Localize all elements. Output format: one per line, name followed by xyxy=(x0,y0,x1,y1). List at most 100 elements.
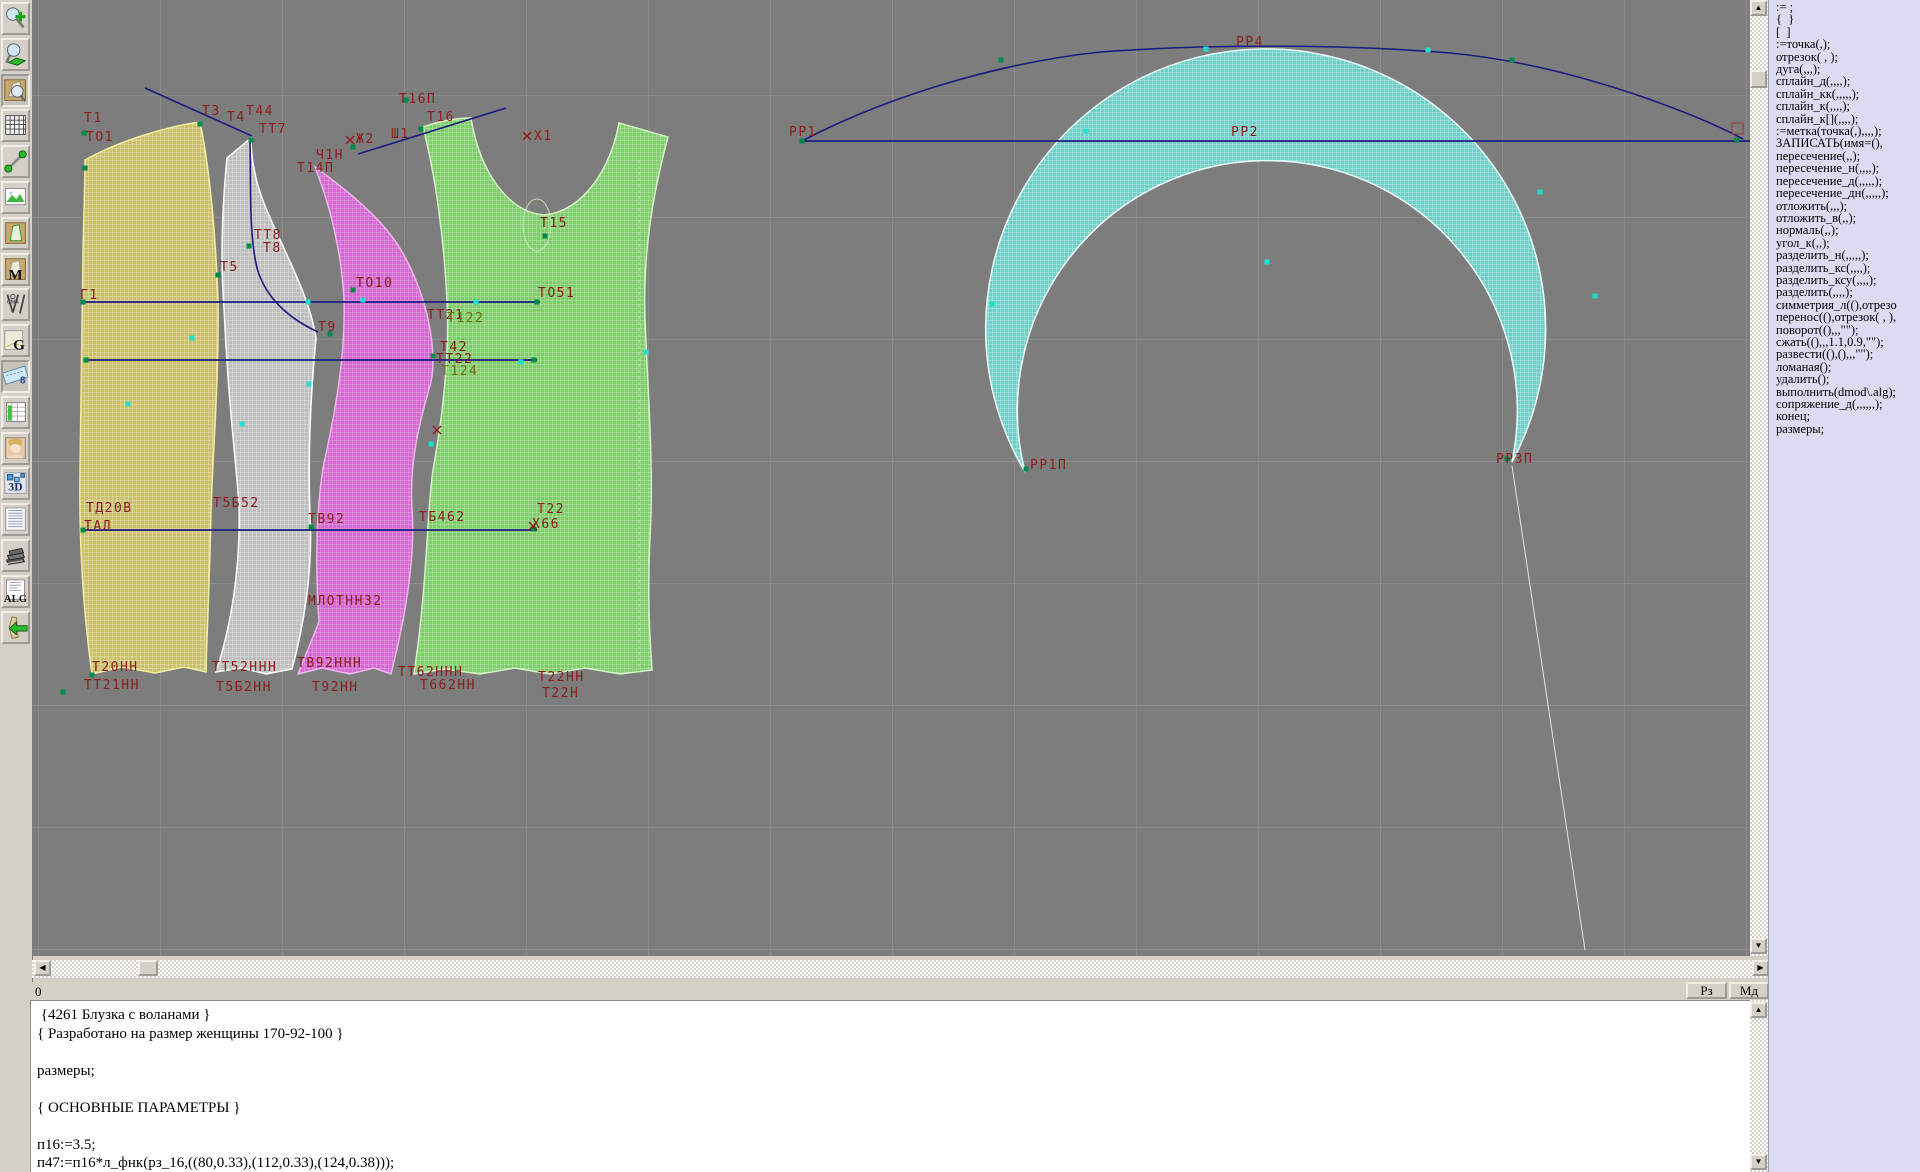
toolbar-button-alg-document[interactable]: ALG xyxy=(1,575,30,608)
cyan-point-marker xyxy=(990,302,995,307)
editor-scroll-down-icon[interactable]: ▼ xyxy=(1750,1154,1767,1170)
command-item[interactable]: { } xyxy=(1776,13,1920,25)
green-point-marker xyxy=(431,354,436,359)
green-point-marker xyxy=(198,122,203,127)
green-point-marker xyxy=(84,358,89,363)
alg-document-icon: ALG xyxy=(3,577,28,606)
pattern-g-icon: G xyxy=(3,326,28,355)
canvas-horizontal-scrollbar[interactable]: ◀ ▶ xyxy=(32,958,1770,982)
point-label: Т5Б52 xyxy=(213,496,260,511)
point-label: ТАЛ xyxy=(84,519,112,534)
md-mode-button[interactable]: Мд xyxy=(1729,982,1769,999)
command-item[interactable]: := ; xyxy=(1776,1,1920,13)
command-item[interactable]: сплайн_к(,,,,); xyxy=(1776,100,1920,112)
rz-mode-button[interactable]: Рз xyxy=(1686,982,1727,999)
toolbar-button-zoom-window[interactable] xyxy=(1,38,30,71)
command-item[interactable]: ЗАПИСАТЬ(имя=(), xyxy=(1776,137,1920,149)
command-panel: := ;{ }[ ]:=точка(,);отрезок( , );дуга(,… xyxy=(1768,0,1920,1172)
point-label: ТО1 xyxy=(86,130,114,145)
green-point-marker xyxy=(543,234,548,239)
command-item[interactable]: сплайн_д(,,,,); xyxy=(1776,75,1920,87)
image-icon xyxy=(3,183,28,212)
editor-vertical-scrollbar[interactable]: ▲ ▼ xyxy=(1750,1000,1768,1172)
pattern-piece-front-green[interactable] xyxy=(414,118,668,674)
point-label: ТБ462 xyxy=(419,510,466,525)
toolbar-button-measure-line[interactable] xyxy=(1,145,30,178)
toolbar-button-drafting-tools[interactable]: CMA xyxy=(1,288,30,321)
point-label: Т122 xyxy=(447,311,484,326)
command-item[interactable]: конец; xyxy=(1776,410,1920,422)
zoom-window-icon xyxy=(3,40,28,69)
point-label: Ж2 xyxy=(356,132,375,147)
toolbar-button-pattern-piece[interactable] xyxy=(1,217,30,250)
pattern-piece-back-yellow[interactable] xyxy=(80,122,218,674)
editor-scroll-up-icon[interactable]: ▲ xyxy=(1750,1002,1767,1018)
pattern-drawing: Т1ТО1Т3Т4Т44ТТ7Ж2Ш1Т16ПТ16Ч1НТ14ПХ1Т15ТТ… xyxy=(32,0,1750,956)
toolbar-button-model-photo[interactable] xyxy=(1,432,30,465)
scroll-up-icon[interactable]: ▲ xyxy=(1750,0,1767,16)
scroll-down-icon[interactable]: ▼ xyxy=(1750,938,1767,954)
point-label: ТВ92ННН xyxy=(297,656,362,671)
toolbar-button-pattern-m[interactable]: M xyxy=(1,253,30,286)
point-label: Т14П xyxy=(297,161,334,176)
command-item[interactable]: удалить(); xyxy=(1776,373,1920,385)
flounce-guide-line[interactable] xyxy=(1512,466,1585,950)
svg-text:CMA: CMA xyxy=(7,300,19,306)
command-item[interactable]: :=точка(,); xyxy=(1776,38,1920,50)
toolbar-button-import-pattern[interactable] xyxy=(1,611,30,644)
green-point-marker xyxy=(419,127,424,132)
point-label: Т22Н xyxy=(542,686,579,701)
command-item[interactable]: пересечение_н(,,,,); xyxy=(1776,162,1920,174)
toolbar-button-grid[interactable] xyxy=(1,109,30,142)
command-item[interactable]: нормаль(,,); xyxy=(1776,224,1920,236)
import-pattern-icon xyxy=(3,613,28,642)
command-item[interactable]: разделить(,,,,); xyxy=(1776,286,1920,298)
toolbar-button-image[interactable] xyxy=(1,181,30,214)
point-label: ТТ52ННН xyxy=(212,660,277,675)
toolbar-button-view-pattern[interactable] xyxy=(1,74,30,107)
point-label: Т22НН xyxy=(538,670,585,685)
green-point-marker xyxy=(351,288,356,293)
toolbar-button-table[interactable] xyxy=(1,396,30,429)
canvas-vscroll-thumb[interactable] xyxy=(1750,70,1767,88)
drafting-tools-icon: CMA xyxy=(3,290,28,319)
cyan-point-marker xyxy=(474,300,479,305)
text-list-icon xyxy=(3,505,28,534)
toolbar-button-zoom-in[interactable] xyxy=(1,2,30,35)
toolbar-button-pattern-g[interactable]: G xyxy=(1,324,30,357)
command-item[interactable]: развести((),(),,,""); xyxy=(1776,348,1920,360)
scroll-right-icon[interactable]: ▶ xyxy=(1752,960,1769,976)
algorithm-text[interactable]: {4261 Блузка с воланами } { Разработано … xyxy=(31,1001,1750,1172)
toolbar-button-books[interactable] xyxy=(1,539,30,572)
point-label: РР2 xyxy=(1231,125,1259,140)
pattern-piece-icon xyxy=(3,219,28,248)
scroll-left-icon[interactable]: ◀ xyxy=(34,960,51,976)
toolbar-bottom-gap xyxy=(0,982,32,1172)
pattern-cad-app: M CMA G 8 3D ALG xyxy=(0,0,1920,1172)
command-item[interactable]: размеры; xyxy=(1776,423,1920,435)
pattern-piece-side-gray[interactable] xyxy=(216,138,316,674)
toolbar-button-text-list[interactable] xyxy=(1,503,30,536)
cyan-point-marker xyxy=(429,442,434,447)
toolbar-button-ruler[interactable]: 8 xyxy=(1,360,30,393)
drawing-canvas[interactable]: Т1ТО1Т3Т4Т44ТТ7Ж2Ш1Т16ПТ16Ч1НТ14ПХ1Т15ТТ… xyxy=(32,0,1750,956)
status-bar: 0 Рз Мд xyxy=(32,982,1770,1000)
canvas-hscroll-thumb[interactable] xyxy=(138,960,158,976)
toolbar-button-3d-view[interactable]: 3D xyxy=(1,467,30,500)
command-item[interactable]: разделить_н(,,,,,); xyxy=(1776,249,1920,261)
svg-text:ALG: ALG xyxy=(4,593,28,605)
command-item[interactable]: пересечение_дн(,,,,,); xyxy=(1776,187,1920,199)
canvas-vertical-scrollbar[interactable]: ▲ ▼ xyxy=(1750,0,1768,956)
pattern-m-icon: M xyxy=(3,255,28,284)
books-icon xyxy=(3,541,28,570)
view-pattern-icon xyxy=(3,76,28,105)
cyan-point-marker xyxy=(1265,260,1270,265)
svg-text:8: 8 xyxy=(20,376,26,387)
green-point-marker xyxy=(351,145,356,150)
point-label: Т4 xyxy=(227,110,246,125)
cyan-point-marker xyxy=(1538,190,1543,195)
algorithm-editor[interactable]: {4261 Блузка с воланами } { Разработано … xyxy=(30,1000,1750,1172)
cyan-point-marker xyxy=(1204,47,1209,52)
command-item[interactable]: перенос((),отрезок( , ), xyxy=(1776,311,1920,323)
green-point-marker xyxy=(83,166,88,171)
